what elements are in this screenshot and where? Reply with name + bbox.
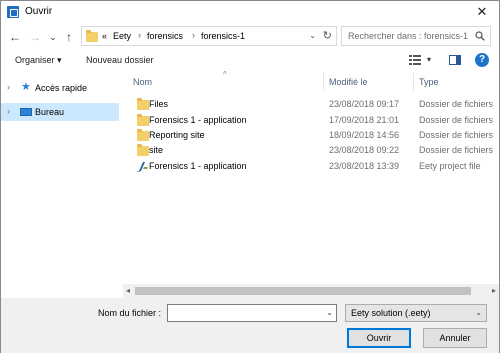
recent-locations-button[interactable]: ⌄: [45, 29, 61, 45]
file-row[interactable]: Forensics 1 - application 23/08/2018 13:…: [123, 159, 499, 174]
preview-pane-icon[interactable]: [449, 55, 461, 65]
file-type: Dossier de fichiers: [419, 130, 494, 140]
open-file-dialog: Ouvrir ✕ ← → ⌄ ↑ « Eety › forensics › fo…: [0, 0, 500, 353]
help-icon[interactable]: ?: [475, 53, 489, 67]
search-placeholder: Rechercher dans : forensics-1: [348, 31, 469, 41]
eety-project-icon: [137, 162, 148, 172]
filename-input[interactable]: ⌄: [167, 304, 337, 322]
file-type: Dossier de fichiers: [419, 115, 494, 125]
file-type: Dossier de fichiers: [419, 99, 494, 109]
window-title: Ouvrir: [25, 6, 53, 17]
file-row[interactable]: Reporting site 18/09/2018 14:56 Dossier …: [123, 128, 499, 143]
close-button[interactable]: ✕: [471, 3, 493, 21]
file-type: Dossier de fichiers: [419, 145, 494, 155]
file-modified: 18/09/2018 14:56: [329, 130, 400, 140]
navigation-pane: › ★ Accès rapide › Bureau: [1, 73, 121, 298]
new-folder-button[interactable]: Nouveau dossier: [86, 55, 154, 65]
open-button[interactable]: Ouvrir: [347, 328, 411, 348]
file-row[interactable]: Files 23/08/2018 09:17 Dossier de fichie…: [123, 97, 499, 112]
folder-icon: [137, 144, 149, 156]
folder-icon: [137, 98, 149, 110]
search-icon[interactable]: [475, 31, 485, 41]
command-toolbar: Organiser ▾ Nouveau dossier ▾ ?: [1, 50, 499, 72]
breadcrumb-forensics[interactable]: forensics: [147, 31, 183, 41]
file-name: Files: [149, 99, 169, 109]
dialog-footer: Nom du fichier : ⌄ Eety solution (.eety)…: [1, 298, 499, 353]
breadcrumb-eety[interactable]: Eety: [113, 31, 131, 41]
back-button[interactable]: ←: [7, 29, 23, 45]
file-modified: 17/09/2018 21:01: [329, 115, 400, 125]
expand-chevron-icon[interactable]: ›: [7, 106, 10, 116]
file-type: Eety project file: [419, 161, 481, 171]
file-row[interactable]: Forensics 1 - application 17/09/2018 21:…: [123, 113, 499, 128]
column-headers: ^ Nom Modifié le Type: [123, 70, 499, 91]
app-icon: [7, 6, 19, 18]
view-dropdown-icon[interactable]: ▾: [427, 55, 431, 64]
file-name: Forensics 1 - application: [149, 161, 247, 171]
cancel-button[interactable]: Annuler: [423, 328, 487, 348]
file-modified: 23/08/2018 09:17: [329, 99, 400, 109]
organize-button[interactable]: Organiser ▾: [15, 55, 62, 66]
nav-item-label: Bureau: [35, 107, 65, 117]
breadcrumb-forensics-1[interactable]: forensics-1: [201, 31, 245, 41]
column-divider[interactable]: [413, 73, 414, 91]
breadcrumb-overflow[interactable]: «: [102, 31, 107, 41]
column-divider[interactable]: [323, 73, 324, 91]
search-input[interactable]: Rechercher dans : forensics-1: [341, 26, 491, 46]
scroll-left-icon[interactable]: ◂: [126, 286, 130, 295]
filename-dropdown-icon[interactable]: ⌄: [326, 308, 333, 317]
file-name: Reporting site: [149, 130, 205, 140]
scrollbar-thumb[interactable]: [135, 287, 471, 295]
up-button[interactable]: ↑: [61, 29, 77, 45]
breadcrumb-separator[interactable]: ›: [192, 30, 195, 40]
folder-icon: [86, 30, 98, 42]
breadcrumb-separator[interactable]: ›: [138, 30, 141, 40]
forward-button[interactable]: →: [27, 29, 43, 45]
column-header-type[interactable]: Type: [419, 77, 439, 87]
filename-label: Nom du fichier :: [98, 308, 162, 318]
address-bar[interactable]: « Eety › forensics › forensics-1 ⌄ ↻: [81, 26, 337, 46]
horizontal-scrollbar[interactable]: ◂ ▸: [123, 284, 499, 298]
sort-ascending-icon: ^: [223, 70, 227, 79]
file-modified: 23/08/2018 09:22: [329, 145, 400, 155]
file-type-select[interactable]: Eety solution (.eety) ⌄: [345, 304, 487, 322]
star-icon: ★: [21, 81, 31, 93]
file-type-value: Eety solution (.eety): [351, 308, 431, 318]
refresh-icon[interactable]: ↻: [323, 29, 332, 42]
file-name: site: [149, 145, 164, 155]
desktop-icon: [20, 108, 32, 116]
title-bar: Ouvrir ✕: [1, 1, 499, 23]
nav-item-label: Accès rapide: [35, 83, 88, 93]
file-list: ^ Nom Modifié le Type Files 23/08/2018 0…: [123, 70, 499, 298]
nav-item-desktop[interactable]: › Bureau: [1, 103, 119, 121]
address-dropdown-icon[interactable]: ⌄: [309, 31, 316, 40]
navigation-row: ← → ⌄ ↑ « Eety › forensics › forensics-1…: [1, 25, 499, 49]
file-name: Forensics 1 - application: [149, 115, 247, 125]
file-modified: 23/08/2018 13:39: [329, 161, 400, 171]
column-header-name[interactable]: Nom: [133, 77, 152, 87]
chevron-down-icon[interactable]: ⌄: [475, 308, 482, 317]
file-row[interactable]: site 23/08/2018 09:22 Dossier de fichier…: [123, 143, 499, 158]
scroll-right-icon[interactable]: ▸: [492, 286, 496, 295]
column-header-modified[interactable]: Modifié le: [329, 77, 368, 87]
folder-icon: [137, 129, 149, 141]
nav-item-quick-access[interactable]: › ★ Accès rapide: [1, 79, 119, 97]
folder-icon: [137, 114, 149, 126]
expand-chevron-icon[interactable]: ›: [7, 82, 10, 92]
view-options-icon[interactable]: [409, 55, 421, 65]
